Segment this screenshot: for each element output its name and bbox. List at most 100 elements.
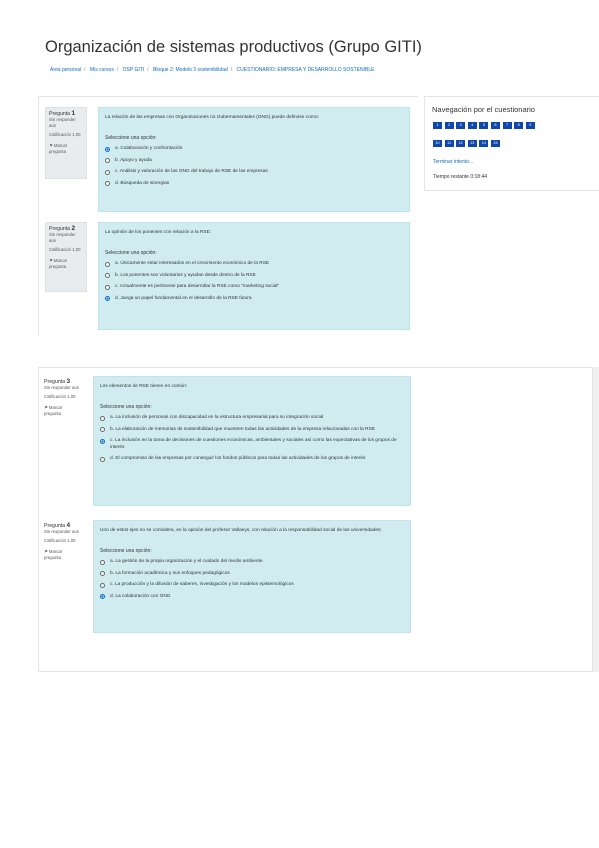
- question-score: Calificación 1,00: [49, 247, 81, 252]
- breadcrumb-item-home[interactable]: Área personal: [50, 67, 81, 73]
- breadcrumb: Área personal / Mis cursos / OSP GITI / Blo…: [50, 67, 374, 73]
- radio-button-checked[interactable]: [100, 594, 105, 600]
- flag-icon: ⚑: [49, 258, 53, 263]
- answer-prompt: Seleccione una opción:: [100, 404, 152, 410]
- quiz-navigation-row: 10 11 12 13 14 15: [433, 140, 503, 147]
- question-nav-button[interactable]: 11: [444, 140, 454, 147]
- question-nav-button[interactable]: 15: [490, 140, 500, 147]
- question-content: Uno de estos ejes no se considera, en la…: [93, 520, 411, 633]
- answer-option[interactable]: b. La elaboración de memorias de sosteni…: [100, 427, 404, 434]
- question-number-value: 1: [71, 110, 76, 117]
- breadcrumb-separator: /: [147, 67, 149, 73]
- flag-question-button[interactable]: ⚑Marcar pregunta: [49, 143, 83, 155]
- answer-option-label[interactable]: b. La elaboración de memorias de sosteni…: [110, 427, 375, 434]
- answer-option[interactable]: d. La colaboración con ONG: [100, 594, 404, 601]
- answer-option-label[interactable]: d. La colaboración con ONG: [110, 594, 171, 601]
- question-nav-button[interactable]: 5: [479, 122, 489, 129]
- time-left: Tiempo restante 0:18:44: [433, 174, 488, 180]
- question-nav-button[interactable]: 4: [467, 122, 477, 129]
- question-status: Sin responder aún: [44, 529, 80, 534]
- answer-option[interactable]: a. Únicamente estar interesados en el cr…: [105, 261, 403, 268]
- question-text: La relación de las empresas con Organiza…: [105, 115, 319, 120]
- question-content: Los elementos de RSE tienen en común: Se…: [93, 376, 411, 506]
- answer-option[interactable]: a. Colaboración y confrontación: [105, 146, 403, 153]
- breadcrumb-separator: /: [230, 67, 233, 73]
- question-nav-button[interactable]: 12: [456, 140, 466, 147]
- radio-button[interactable]: [105, 169, 110, 175]
- radio-button-checked[interactable]: [105, 146, 110, 152]
- radio-button-checked[interactable]: [100, 438, 105, 444]
- answer-option-label[interactable]: d. Búsqueda de sinergias: [115, 181, 169, 188]
- answer-option-label[interactable]: b. Los ponentes son voluntarios y ayudan…: [115, 273, 256, 280]
- answer-option-label[interactable]: d. Juega un papel fundamental en el desa…: [115, 296, 252, 303]
- question-nav-button[interactable]: 6: [490, 122, 500, 129]
- scrollbar[interactable]: [593, 367, 599, 672]
- radio-button[interactable]: [100, 571, 105, 577]
- question-nav-button[interactable]: 10: [433, 140, 442, 147]
- question-nav-button[interactable]: 1: [433, 122, 442, 129]
- question-info: Pregunta 1 Sin responder aún Calificació…: [45, 107, 87, 179]
- answer-option-label[interactable]: a. La inclusión de personas con discapac…: [110, 415, 323, 422]
- radio-button[interactable]: [100, 582, 105, 588]
- answer-option-label[interactable]: b. La formación académica y sus enfoques…: [110, 571, 230, 578]
- answer-option-label[interactable]: a. Únicamente estar interesados en el cr…: [115, 261, 269, 268]
- answer-option[interactable]: d. Juega un papel fundamental en el desa…: [105, 296, 403, 303]
- answer-option[interactable]: c. La inclusión en la toma de decisiones…: [100, 438, 404, 451]
- answer-option[interactable]: c. Análisis y valoración de las ONG del …: [105, 169, 403, 176]
- quiz-navigation-title: Navegación por el cuestionario: [432, 105, 535, 114]
- answer-option[interactable]: c. Actualmente es pertinente para desarr…: [105, 284, 403, 291]
- radio-button[interactable]: [100, 415, 105, 421]
- breadcrumb-item-section[interactable]: Bloque 2: Modelo 3 sostenibilidad: [153, 67, 228, 73]
- flag-question-button[interactable]: ⚑Marcar pregunta: [44, 405, 80, 417]
- radio-button[interactable]: [105, 284, 110, 290]
- question-text: La opinión de los ponentes con relación …: [105, 230, 212, 235]
- breadcrumb-item-quiz[interactable]: CUESTIONARIO: EMPRESA Y DESARROLLO SOSTE…: [237, 67, 375, 73]
- answer-option-label[interactable]: d. El compromiso de las empresas por con…: [110, 456, 365, 463]
- question-status: Sin responder aún: [44, 385, 80, 390]
- radio-button[interactable]: [100, 456, 105, 462]
- answer-option-label[interactable]: c. La producción y la difusión de sabere…: [110, 582, 294, 589]
- answer-option[interactable]: b. Los ponentes son voluntarios y ayudan…: [105, 273, 403, 280]
- radio-button[interactable]: [100, 559, 105, 565]
- question-nav-button[interactable]: 9: [525, 122, 535, 129]
- answer-option-label[interactable]: c. Actualmente es pertinente para desarr…: [115, 284, 279, 291]
- answer-option[interactable]: c. La producción y la difusión de sabere…: [100, 582, 404, 589]
- radio-button[interactable]: [105, 181, 110, 187]
- answer-option-label[interactable]: c. La inclusión en la toma de decisiones…: [110, 438, 404, 451]
- radio-button[interactable]: [100, 427, 105, 433]
- question-content: La opinión de los ponentes con relación …: [98, 222, 410, 330]
- flag-question-button[interactable]: ⚑Marcar pregunta: [44, 549, 80, 561]
- page-title: Organización de sistemas productivos (Gr…: [45, 38, 422, 56]
- answer-option[interactable]: d. Búsqueda de sinergias: [105, 181, 403, 188]
- question-nav-button[interactable]: 13: [467, 140, 477, 147]
- answer-option-label[interactable]: b. Apoyo y ayuda: [115, 158, 152, 165]
- breadcrumb-item-courses[interactable]: Mis cursos: [90, 67, 114, 73]
- question-nav-button[interactable]: 14: [479, 140, 489, 147]
- radio-button-checked[interactable]: [105, 296, 110, 302]
- answer-option-label[interactable]: c. Análisis y valoración de las ONG del …: [115, 169, 268, 176]
- flag-icon: ⚑: [44, 549, 48, 554]
- answer-option-label[interactable]: a. La gestión de la propia organización …: [110, 559, 263, 566]
- flag-question-button[interactable]: ⚑Marcar pregunta: [49, 258, 83, 270]
- answer-option[interactable]: a. La inclusión de personas con discapac…: [100, 415, 404, 422]
- breadcrumb-item-course[interactable]: OSP GITI: [123, 67, 145, 73]
- question-number-value: 2: [71, 225, 76, 232]
- answer-option[interactable]: a. La gestión de la propia organización …: [100, 559, 404, 566]
- radio-button[interactable]: [105, 261, 110, 267]
- question-nav-button[interactable]: 2: [444, 122, 454, 129]
- question-number-value: 3: [66, 378, 71, 385]
- question-nav-button[interactable]: 8: [514, 122, 524, 129]
- finish-attempt-link[interactable]: Terminar intento...: [433, 159, 473, 165]
- answer-option[interactable]: b. La formación académica y sus enfoques…: [100, 571, 404, 578]
- question-nav-button[interactable]: 7: [502, 122, 512, 129]
- radio-button[interactable]: [105, 273, 110, 279]
- flag-icon: ⚑: [44, 405, 48, 410]
- radio-button[interactable]: [105, 158, 110, 164]
- answer-option-label[interactable]: a. Colaboración y confrontación: [115, 146, 182, 153]
- question-info: Pregunta 4 Sin responder aún Calificació…: [41, 520, 83, 592]
- answer-option[interactable]: d. El compromiso de las empresas por con…: [100, 456, 404, 463]
- answer-option[interactable]: b. Apoyo y ayuda: [105, 158, 403, 165]
- question-nav-button[interactable]: 3: [456, 122, 466, 129]
- question-text: Los elementos de RSE tienen en común:: [100, 384, 188, 389]
- question-score: Calificación 1,00: [49, 132, 81, 137]
